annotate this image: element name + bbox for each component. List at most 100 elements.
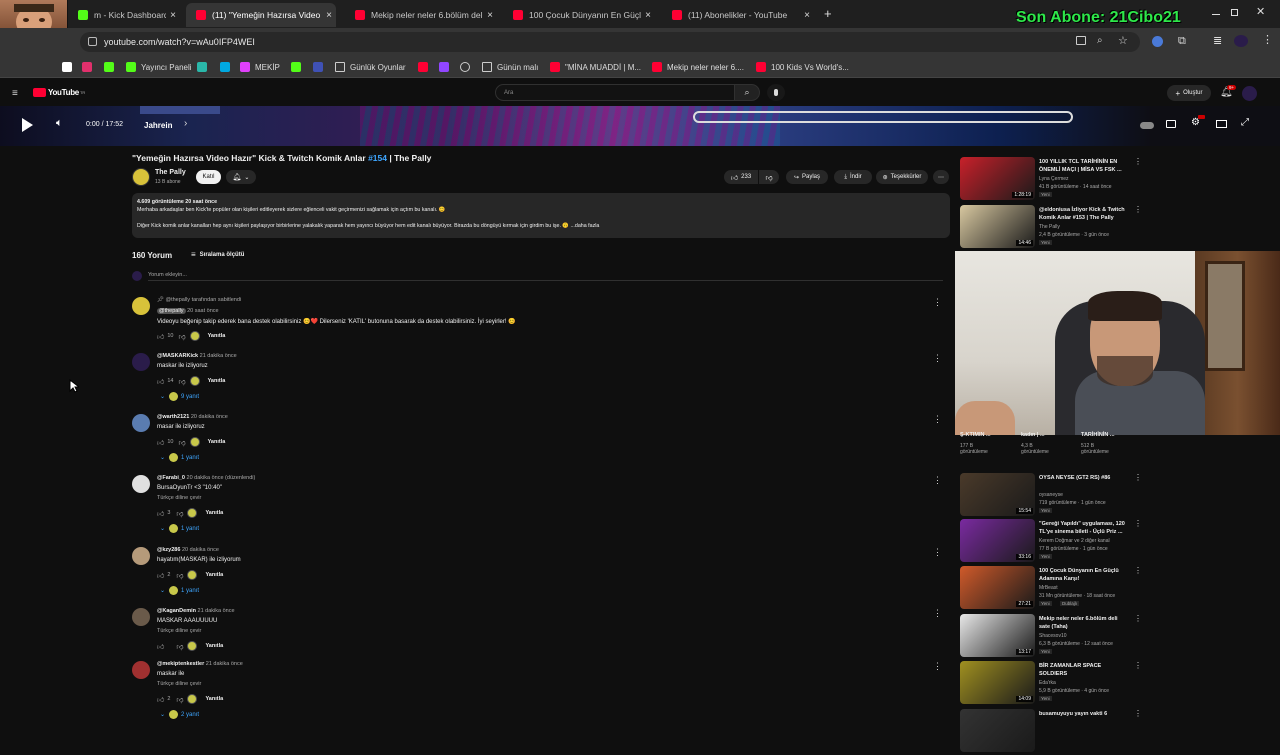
more-options-icon[interactable]: ⋮ — [1134, 709, 1142, 718]
comment-menu-icon[interactable]: ⋮ — [933, 414, 942, 425]
bookmark-item[interactable]: MEKİP — [240, 60, 280, 74]
reply-button[interactable]: Yanıtla — [208, 333, 226, 339]
replies-toggle[interactable]: ⌄ 9 yanıt — [160, 392, 199, 401]
hamburger-menu-icon[interactable]: ≡ — [12, 88, 18, 99]
related-video-card[interactable]: busamuyuyu yayın vakti 6 ⋮ — [960, 709, 1142, 755]
fullscreen-icon[interactable]: ⤢ — [1241, 117, 1249, 128]
thanks-button[interactable]: ⊛ Teşekkürler — [876, 170, 928, 184]
bookmark-icon-item[interactable] — [439, 60, 454, 74]
video-player[interactable]: 🔈︎ 0:00 / 17:52 Jahrein › ⚙ ⤢ — [0, 106, 1280, 146]
related-video-title[interactable]: 100 YILLIK TCL TARİHİNİN EN ÖNEMLİ MAÇI … — [1039, 158, 1129, 174]
channel-avatar[interactable] — [132, 168, 150, 186]
voice-search-button[interactable] — [767, 84, 785, 101]
comment-avatar[interactable] — [132, 608, 150, 626]
tab-close-icon[interactable]: × — [483, 10, 497, 21]
thumbs-down-icon[interactable]: 👎︎ — [178, 377, 185, 386]
browser-tab[interactable]: (11) Abonelikler - YouTube × — [662, 3, 814, 27]
comment-menu-icon[interactable]: ⋮ — [933, 608, 942, 619]
subtitles-icon[interactable] — [1166, 120, 1176, 128]
comment-author[interactable]: @MASKARKick — [157, 353, 198, 359]
browser-tab[interactable]: m - Kick Dashboard × — [68, 3, 180, 27]
related-video-title[interactable]: OYSA NEYSE (GT2 RS) #86 — [1039, 474, 1129, 482]
video-thumbnail[interactable]: 14:09 — [960, 661, 1035, 704]
thumbs-down-icon[interactable]: 👎︎ — [176, 642, 183, 651]
bookmark-star-icon[interactable]: ☆ — [1118, 34, 1128, 47]
reply-button[interactable]: Yanıtla — [205, 696, 223, 702]
thumbs-down-icon[interactable]: 👎︎ — [178, 438, 185, 447]
related-video-channel[interactable]: Lyna Çermez — [1039, 176, 1069, 182]
related-video-title[interactable]: "Gereği Yapıldı" uygulaması, 120 TL'ye s… — [1039, 520, 1129, 536]
comment-menu-icon[interactable]: ⋮ — [933, 353, 942, 364]
tab-close-icon[interactable]: × — [166, 10, 180, 21]
more-options-icon[interactable]: ⋮ — [1134, 566, 1142, 575]
related-video-channel[interactable]: MrBeast — [1039, 585, 1058, 591]
comment-avatar[interactable] — [132, 661, 150, 679]
short-card[interactable]: Ş-KTIMIN ... 177 Bgörüntüleme — [960, 432, 1018, 455]
video-thumbnail[interactable]: 1:28:19 — [960, 157, 1035, 200]
join-button[interactable]: Katıl — [196, 170, 221, 184]
related-video-card[interactable]: 33:16 "Gereği Yapıldı" uygulaması, 120 TL… — [960, 519, 1142, 565]
profile-avatar[interactable] — [1234, 35, 1248, 47]
short-card[interactable]: TARİHİNİN ... 512 Bgörüntüleme — [1081, 432, 1139, 455]
replies-toggle[interactable]: ⌄ 1 yanıt — [160, 524, 199, 533]
thumbs-up-icon[interactable]: 👍︎ — [157, 332, 164, 341]
bookmark-item[interactable]: "MİNA MUADDİ | M... — [550, 60, 641, 74]
replies-toggle[interactable]: ⌄ 1 yanıt — [160, 586, 199, 595]
bookmark-icon-item[interactable] — [418, 60, 433, 74]
thumbs-down-icon[interactable]: 👎︎ — [176, 695, 183, 704]
translate-link[interactable]: Türkçe diline çevir — [157, 495, 201, 501]
comment-menu-icon[interactable]: ⋮ — [933, 297, 942, 308]
replies-toggle[interactable]: ⌄ 1 yanıt — [160, 453, 199, 462]
reply-button[interactable]: Yanıtla — [205, 643, 223, 649]
channel-name[interactable]: The Pally — [155, 169, 186, 176]
video-thumbnail[interactable]: 15:54 — [960, 473, 1035, 516]
more-actions-button[interactable]: ⋯ — [933, 170, 949, 184]
comment-avatar[interactable] — [132, 547, 150, 565]
thumbs-up-icon[interactable]: 👍︎ — [157, 642, 164, 651]
autoplay-toggle[interactable] — [1140, 122, 1154, 129]
comment-author[interactable]: @KaganDemin — [157, 608, 196, 614]
minimize-icon[interactable] — [1212, 14, 1220, 15]
zoom-icon[interactable]: ⌕ — [1097, 35, 1103, 46]
related-video-card[interactable]: 14:46 @eldoniusa İzliyor Kick & Twitch Ko… — [960, 205, 1142, 251]
thumbs-up-icon[interactable]: 👍︎ — [157, 438, 164, 447]
browser-tab[interactable]: Mekip neler neler 6.bölüm deli... × — [345, 3, 497, 27]
play-button[interactable] — [22, 118, 33, 132]
more-options-icon[interactable]: ⋮ — [1134, 157, 1142, 166]
related-video-card[interactable]: 1:28:19 100 YILLIK TCL TARİHİNİN EN ÖNEML… — [960, 157, 1142, 203]
media-icon[interactable]: ≣ — [1213, 34, 1222, 47]
reply-button[interactable]: Yanıtla — [208, 378, 226, 384]
sort-button[interactable]: ≡ Sıralama ölçütü — [191, 250, 244, 259]
close-window-icon[interactable]: ✕ — [1256, 5, 1265, 18]
comment-author[interactable]: @mekiptenkestler — [157, 661, 204, 667]
comment-menu-icon[interactable]: ⋮ — [933, 547, 942, 558]
bookmark-item[interactable]: 100 Kids Vs World's... — [756, 60, 849, 74]
search-button[interactable]: ⌕ — [734, 84, 760, 101]
related-video-card[interactable]: 27:21 100 Çocuk Dünyanın En Güçlü Adamına… — [960, 566, 1142, 612]
address-bar[interactable]: youtube.com/watch?v=wAu0IFP4WEI ⌕ ☆ — [80, 32, 1140, 52]
bookmark-item[interactable]: Yayıncı Paneli — [126, 60, 192, 74]
related-video-card[interactable]: 13:17 Mekip neler neler 6.bölüm deli sate… — [960, 614, 1142, 660]
bookmark-item[interactable]: Günün malı — [482, 60, 538, 74]
tab-close-icon[interactable]: × — [322, 10, 336, 21]
search-input[interactable]: Ara — [495, 84, 735, 101]
comment-author[interactable]: @kzy286 — [157, 547, 180, 553]
account-avatar[interactable] — [1242, 86, 1257, 101]
more-options-icon[interactable]: ⋮ — [1134, 661, 1142, 670]
video-title-hashtag[interactable]: #154 — [368, 153, 387, 163]
thumbs-down-icon[interactable]: 👎︎ — [176, 571, 183, 580]
browser-tab[interactable]: (11) "Yemeğin Hazırsa Video Ha...× — [186, 3, 336, 27]
thumbs-down-icon[interactable]: 👎︎ — [176, 509, 183, 518]
puzzle-icon[interactable]: ⧉ — [1178, 35, 1186, 48]
bookmark-icon-item[interactable] — [197, 60, 212, 74]
bookmark-item[interactable]: Günlük Oyunlar — [335, 60, 406, 74]
more-options-icon[interactable]: ⋮ — [1134, 519, 1142, 528]
thumbs-up-icon[interactable]: 👍︎ — [157, 509, 164, 518]
replies-toggle[interactable]: ⌄ 2 yanıt — [160, 710, 199, 719]
related-video-card[interactable]: 15:54 OYSA NEYSE (GT2 RS) #86 oysaneyse 719… — [960, 473, 1142, 519]
related-video-channel[interactable]: The Pally — [1039, 224, 1060, 230]
browser-menu-icon[interactable]: ⋮ — [1262, 33, 1273, 46]
bookmark-icon-item[interactable] — [62, 60, 77, 74]
theater-mode-icon[interactable] — [1216, 120, 1227, 128]
more-options-icon[interactable]: ⋮ — [1134, 205, 1142, 214]
